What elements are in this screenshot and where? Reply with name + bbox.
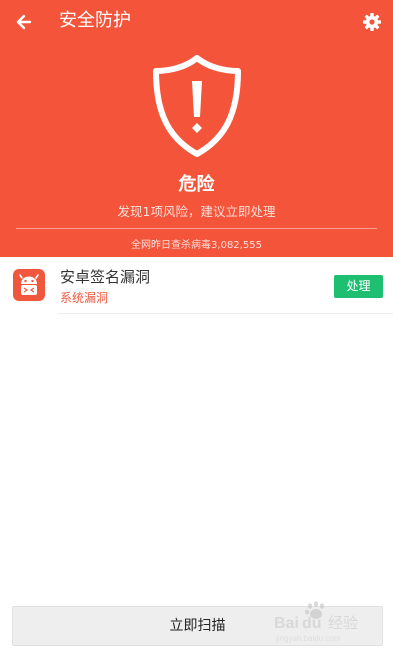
page-title: 安全防护 xyxy=(59,10,131,31)
back-button[interactable] xyxy=(10,8,38,36)
virus-stats: 全网昨日查杀病毒3,082,555 xyxy=(131,240,262,251)
arrow-left-icon xyxy=(16,14,32,30)
svg-text:Bai: Bai xyxy=(274,615,299,632)
header-divider xyxy=(16,228,377,229)
header: 安全防护 危险 发现1项风险，建议立即处理 全网昨日查杀病毒3,082,555 xyxy=(0,0,393,257)
item-divider xyxy=(58,313,393,314)
item-category: 系统漏洞 xyxy=(60,291,109,305)
item-title: 安卓签名漏洞 xyxy=(60,268,151,286)
risk-summary: 发现1项风险，建议立即处理 xyxy=(117,204,276,219)
settings-button[interactable] xyxy=(360,10,384,34)
android-icon xyxy=(13,269,45,301)
list-item[interactable]: 安卓签名漏洞 系统漏洞 处理 xyxy=(0,258,393,314)
svg-text:jingyan.baidu.com: jingyan.baidu.com xyxy=(275,634,341,643)
top-bar: 安全防护 xyxy=(0,0,393,44)
baidu-watermark: Bai du 经验 jingyan.baidu.com xyxy=(274,600,384,644)
svg-text:du: du xyxy=(302,615,322,632)
risk-status: 危险 xyxy=(178,174,215,195)
handle-button[interactable]: 处理 xyxy=(334,275,383,298)
gear-icon xyxy=(363,13,381,31)
shield-warning-icon xyxy=(148,55,246,157)
svg-text:经验: 经验 xyxy=(328,614,358,632)
